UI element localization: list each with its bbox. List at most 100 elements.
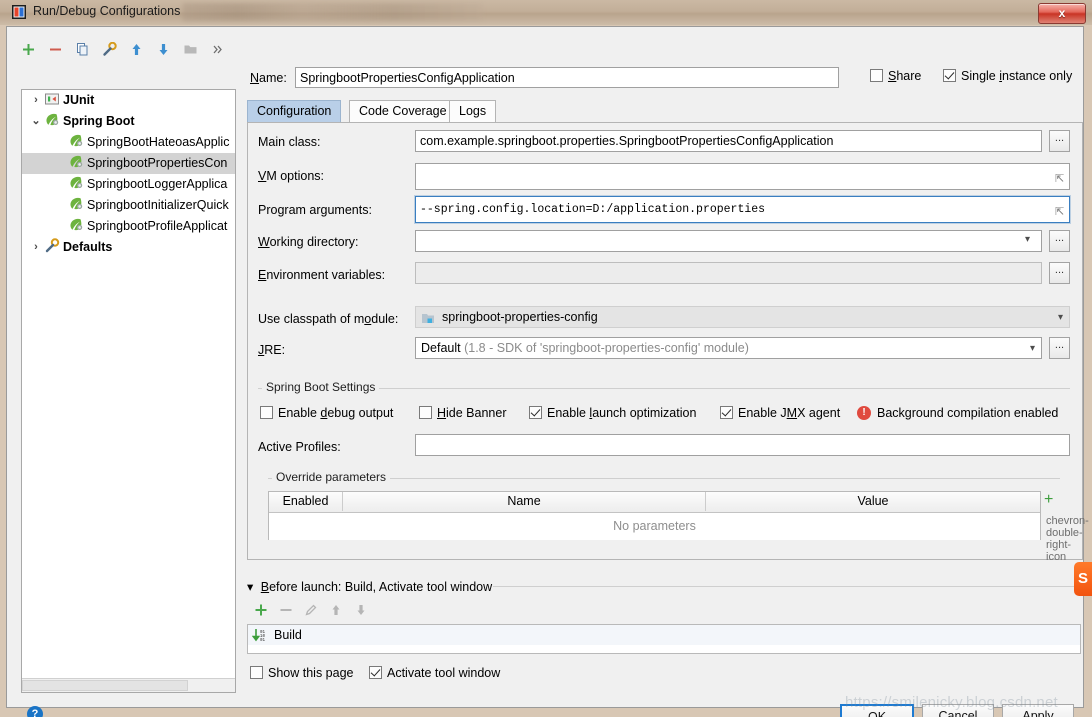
wrench-icon[interactable]: [98, 39, 120, 61]
arrow-up-icon[interactable]: [125, 39, 147, 61]
jre-combobox[interactable]: Default (1.8 - SDK of 'springboot-proper…: [415, 337, 1042, 359]
vm-options-input[interactable]: [415, 163, 1070, 190]
tree-twisty-icon[interactable]: ›: [28, 237, 44, 258]
task-item-build[interactable]: 01 10 01 Build: [248, 625, 1080, 645]
tree-item-label: JUnit: [63, 93, 95, 107]
working-directory-input[interactable]: [415, 230, 1042, 252]
main-class-browse-button[interactable]: ...: [1049, 130, 1070, 152]
configurations-tree[interactable]: › JUnit ⌄ Spring Boot SpringBootHateoasAppli…: [21, 89, 236, 693]
tree-item-label: SpringbootProfileApplicat: [87, 219, 228, 233]
program-arguments-input[interactable]: --spring.config.location=D:/application.…: [415, 196, 1070, 223]
tree-item-defaults[interactable]: › Defaults: [22, 237, 235, 258]
close-icon[interactable]: x: [1038, 3, 1086, 24]
jre-hint: (1.8 - SDK of 'springboot-properties-con…: [464, 341, 749, 355]
tree-item-springbootinitializerquick[interactable]: SpringbootInitializerQuick: [22, 195, 235, 216]
name-label: Name:: [250, 71, 287, 85]
override-parameters-table[interactable]: Enabled Name Value No parameters: [268, 491, 1041, 540]
hide-banner-checkbox[interactable]: Hide Banner: [419, 406, 507, 420]
active-profiles-input[interactable]: [415, 434, 1070, 456]
help-icon[interactable]: ?: [27, 706, 43, 717]
jre-browse-button[interactable]: ...: [1049, 337, 1070, 359]
add-parameter-button[interactable]: +: [1044, 492, 1053, 508]
tree-item-springbootpropertiescon[interactable]: SpringbootPropertiesCon: [22, 153, 235, 174]
enable-jmx-agent-checkbox[interactable]: Enable JMX agent: [720, 406, 840, 420]
pencil-icon[interactable]: [300, 599, 324, 621]
program-arguments-expand-icon[interactable]: ⇱: [1055, 205, 1064, 218]
move-task-up-button[interactable]: [325, 599, 349, 621]
tab-configuration[interactable]: Configuration: [247, 100, 342, 122]
run-debug-configurations-window: Run/Debug Configurations x › JUnit ⌄ Spr…: [0, 0, 1092, 717]
share-checkbox-box: [870, 69, 883, 82]
working-directory-browse-button[interactable]: ...: [1049, 230, 1070, 252]
enable-debug-output-checkbox[interactable]: Enable debug output: [260, 406, 393, 420]
active-profiles-label: Active Profiles:: [258, 440, 341, 454]
tree-twisty-icon[interactable]: ›: [28, 90, 44, 111]
show-this-page-checkbox[interactable]: Show this page: [250, 666, 353, 680]
enable-launch-optimization-checkbox[interactable]: Enable launch optimization: [529, 406, 696, 420]
configuration-panel: Main class: com.example.springboot.prope…: [247, 123, 1089, 563]
environment-variables-browse-button[interactable]: ...: [1049, 262, 1070, 284]
enable-debug-output-label: Enable debug output: [278, 406, 394, 420]
spring-boot-settings-title: Spring Boot Settings: [262, 380, 380, 394]
column-header-value[interactable]: Value: [706, 492, 1040, 511]
share-checkbox[interactable]: Share: [870, 69, 921, 83]
before-launch-label: Before launch: Build, Activate tool wind…: [260, 580, 493, 594]
override-parameters-side-toolbar: + chevron-double-right-icon: [1041, 491, 1089, 563]
vm-options-expand-icon[interactable]: ⇱: [1055, 172, 1064, 185]
before-launch-twisty[interactable]: ▾: [247, 580, 253, 594]
column-header-enabled[interactable]: Enabled: [269, 492, 343, 511]
single-instance-only-checkbox[interactable]: Single instance only: [943, 69, 1072, 83]
activate-tool-window-box: [369, 666, 382, 679]
classpath-module-combobox[interactable]: springboot-properties-config ▾: [415, 306, 1070, 328]
tab-code-coverage[interactable]: Code Coverage: [349, 100, 457, 122]
classpath-chevron-down-icon: ▾: [1057, 312, 1063, 323]
copy-icon[interactable]: [71, 39, 93, 61]
main-class-input[interactable]: com.example.springboot.properties.Spring…: [415, 130, 1042, 152]
scrollbar-thumb[interactable]: [22, 680, 188, 691]
working-directory-chevron-down-icon[interactable]: ▾: [1025, 234, 1030, 245]
activate-tool-window-checkbox[interactable]: Activate tool window: [369, 666, 500, 680]
enable-launch-optimization-box: [529, 406, 542, 419]
tree-item-label: Spring Boot: [63, 114, 135, 128]
tree-item-springboothateoasapplic[interactable]: SpringBootHateoasApplic: [22, 132, 235, 153]
background-compilation-warning: Background compilation enabled: [877, 406, 1059, 420]
environment-variables-input[interactable]: [415, 262, 1042, 284]
add-configuration-button[interactable]: [17, 39, 39, 61]
hide-banner-label: Hide Banner: [437, 406, 507, 420]
tree-item-springbootloggerapplica[interactable]: SpringbootLoggerApplica: [22, 174, 235, 195]
column-header-name[interactable]: Name: [343, 492, 706, 511]
tree-item-spring-boot[interactable]: ⌄ Spring Boot: [22, 111, 235, 132]
tree-item-junit[interactable]: › JUnit: [22, 90, 235, 111]
main-class-label: Main class:: [258, 135, 321, 149]
enable-launch-optimization-label: Enable launch optimization: [547, 406, 697, 420]
watermark-text: https://smilenicky.blog.csdn.net: [845, 694, 1058, 711]
before-launch-task-list[interactable]: 01 10 01 Build: [247, 624, 1081, 654]
enable-jmx-agent-label: Enable JMX agent: [738, 406, 841, 420]
spring-boot-icon: [68, 217, 84, 233]
tree-item-label: SpringbootInitializerQuick: [87, 198, 229, 212]
jre-chevron-down-icon: ▾: [1029, 343, 1035, 354]
tree-item-label: SpringBootHateoasApplic: [87, 135, 230, 149]
build-icon: 01 10 01: [252, 629, 266, 642]
arrow-down-icon[interactable]: [152, 39, 174, 61]
ime-badge-icon[interactable]: S: [1074, 562, 1092, 596]
environment-variables-label: Environment variables:: [258, 268, 386, 282]
add-task-button[interactable]: [250, 599, 274, 621]
configuration-name-input[interactable]: [295, 67, 839, 88]
single-instance-checkbox-box: [943, 69, 956, 82]
before-launch-title[interactable]: ▾ Before launch: Build, Activate tool wi…: [247, 579, 492, 594]
remove-configuration-button[interactable]: [44, 39, 66, 61]
parameters-more-button[interactable]: chevron-double-right-icon: [1046, 515, 1089, 563]
folder-icon[interactable]: [179, 39, 201, 61]
wrench-icon: [44, 238, 60, 254]
tab-logs[interactable]: Logs: [449, 100, 497, 122]
program-arguments-label: Program arguments:: [258, 203, 372, 217]
tree-twisty-icon[interactable]: ⌄: [28, 111, 44, 132]
chevron-double-right-icon[interactable]: [206, 39, 228, 61]
remove-task-button[interactable]: [275, 599, 299, 621]
window-titlebar: Run/Debug Configurations x: [0, 0, 1092, 25]
tree-item-springbootprofileapplicat[interactable]: SpringbootProfileApplicat: [22, 216, 235, 237]
show-this-page-box: [250, 666, 263, 679]
move-task-down-button[interactable]: [350, 599, 374, 621]
tree-horizontal-scrollbar[interactable]: [22, 678, 235, 692]
